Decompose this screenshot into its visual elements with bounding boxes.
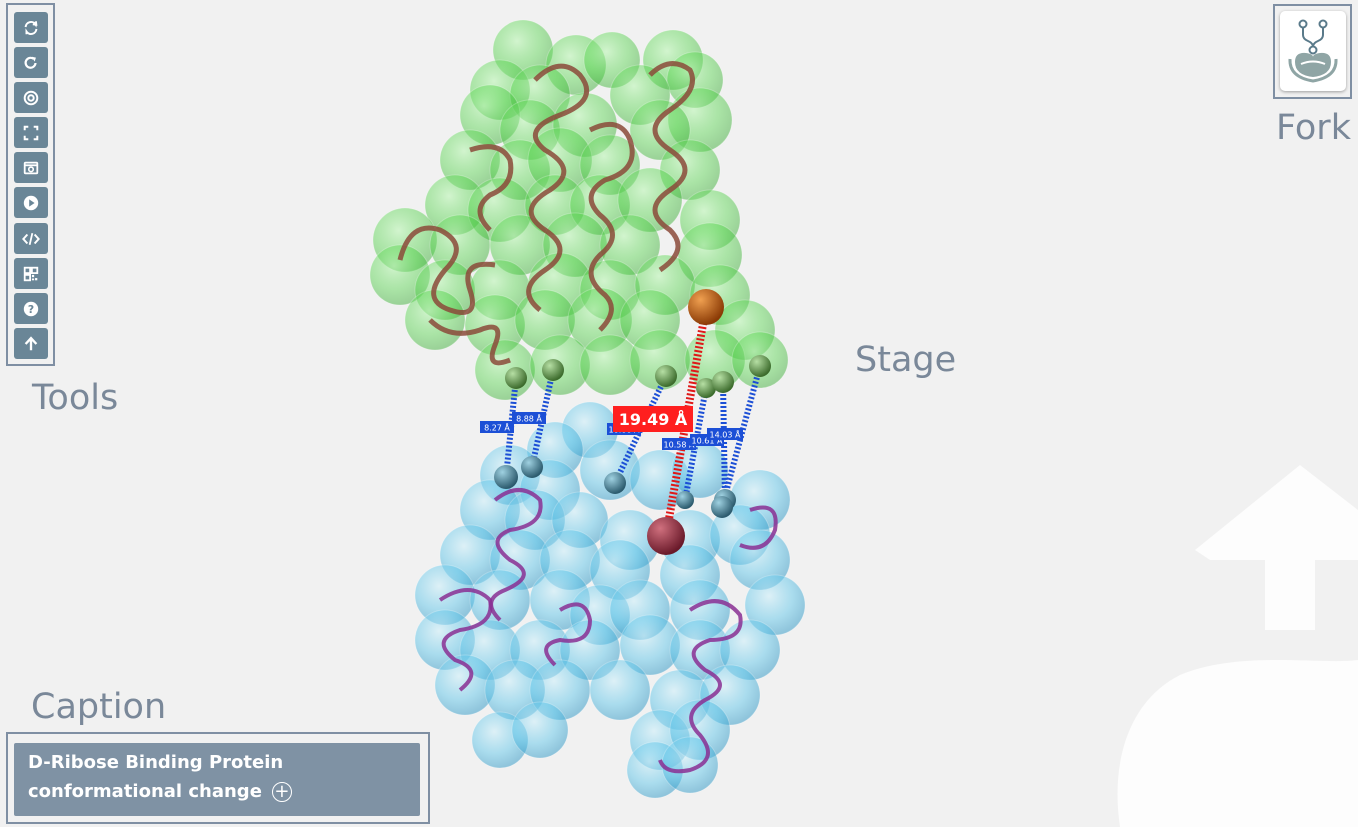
watermark-logo-icon — [1117, 465, 1358, 827]
measurement-label-small: 8.27 Å — [484, 422, 510, 433]
rotate-button[interactable] — [14, 47, 48, 78]
caption-label: Caption — [31, 687, 167, 727]
surface-sphere — [511, 701, 569, 759]
fullscreen-button[interactable] — [14, 117, 48, 148]
help-button[interactable]: ? — [14, 293, 48, 324]
qr-code-icon — [23, 266, 39, 281]
help-icon: ? — [23, 301, 39, 316]
surface-sphere — [661, 736, 719, 794]
arrow-up-icon — [24, 335, 38, 350]
qr-code-button[interactable] — [14, 258, 48, 289]
tools-label: Tools — [32, 378, 119, 418]
play-icon — [23, 195, 39, 210]
center-button[interactable] — [14, 82, 48, 113]
caption-text: D-Ribose Binding Protein conformational … — [28, 752, 284, 802]
measurement-label-small: 8.88 Å — [516, 413, 542, 424]
embed-code-button[interactable] — [14, 223, 48, 254]
surface-sphere — [474, 339, 536, 401]
play-button[interactable] — [14, 187, 48, 218]
molecule-stage[interactable]: 8.27 Å 8.88 Å 10.66 Å 10.58 Å 10.61 Å 14… — [0, 0, 1358, 827]
toolbar: ? — [6, 3, 55, 366]
rotate-icon — [24, 56, 37, 69]
caption-content: D-Ribose Binding Protein conformational … — [14, 743, 420, 816]
sync-icon — [24, 20, 38, 35]
fork-button[interactable] — [1280, 11, 1346, 91]
blue-domain-surface — [414, 401, 806, 799]
fork-panel — [1273, 4, 1352, 99]
reload-button[interactable] — [14, 12, 48, 43]
center-target-icon — [23, 90, 39, 105]
screenshot-icon — [23, 161, 39, 174]
caption-panel: D-Ribose Binding Protein conformational … — [6, 732, 430, 824]
plus-icon: + — [274, 781, 290, 802]
measurement-label-small: 14.03 Å — [710, 429, 741, 440]
surface-sphere — [589, 659, 651, 721]
fullscreen-icon — [23, 125, 39, 140]
code-icon — [22, 232, 40, 245]
expand-caption-button[interactable]: + — [271, 781, 292, 802]
fork-logo-icon — [1288, 19, 1338, 83]
stage-label: Stage — [855, 340, 957, 380]
scroll-up-button[interactable] — [14, 328, 48, 359]
screenshot-button[interactable] — [14, 152, 48, 183]
svg-text:?: ? — [28, 303, 34, 316]
fork-label: Fork — [1276, 108, 1351, 148]
measurement-label-main: 19.49 Å — [619, 410, 688, 429]
